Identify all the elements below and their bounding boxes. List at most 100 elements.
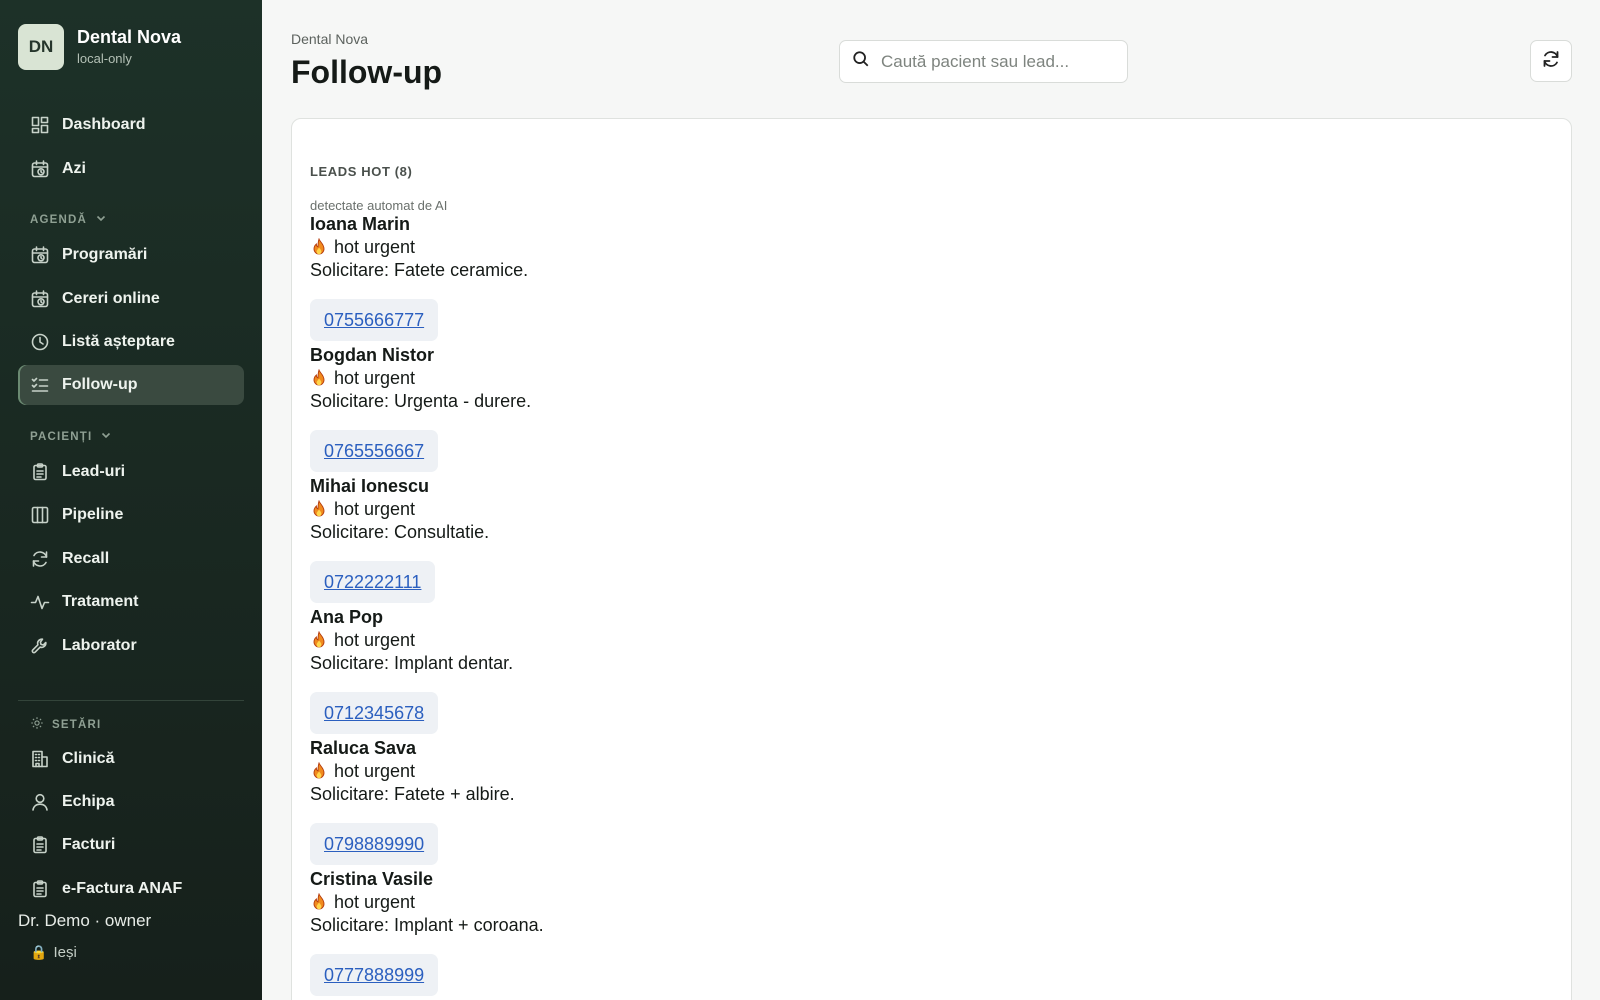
- sidebar-item-label: Follow-up: [62, 376, 138, 393]
- sidebar-item-recall[interactable]: Recall: [18, 539, 244, 579]
- sidebar-item-today[interactable]: Azi: [18, 149, 244, 189]
- sidebar-item-treatment[interactable]: Tratament: [18, 582, 244, 622]
- sidebar-item-label: Listă așteptare: [62, 333, 175, 350]
- logout-label: Ieși: [53, 944, 77, 961]
- sidebar-item-waitlist[interactable]: Listă așteptare: [18, 322, 244, 362]
- sidebar-item-team[interactable]: Echipa: [18, 782, 244, 822]
- lead-name: Bogdan Nistor: [310, 345, 434, 365]
- phone-link[interactable]: 0765556667: [310, 430, 439, 472]
- sidebar-item-leads[interactable]: Lead-uri: [18, 452, 244, 492]
- sidebar-item-label: Programări: [62, 246, 148, 263]
- sidebar-item-lab[interactable]: Laborator: [18, 626, 244, 666]
- columns-icon: [30, 505, 50, 525]
- lead-request: Solicitare: Fatete ceramice.: [310, 260, 529, 280]
- sidebar-item-einvoice[interactable]: e-Factura ANAF: [18, 869, 244, 909]
- fire-icon: [313, 630, 325, 647]
- activity-icon: [30, 592, 50, 612]
- user-info: Dr. Demo · owner: [18, 911, 152, 930]
- clipboard-icon: [30, 835, 50, 855]
- search-input[interactable]: [881, 51, 1111, 72]
- chevron-down-icon: [87, 212, 107, 227]
- section-patients-label: PACIENȚI: [30, 430, 93, 443]
- sidebar: DN Dental Nova local-only Dashboard Azi …: [0, 0, 262, 1000]
- chevron-down-icon: [92, 429, 112, 444]
- phone-link[interactable]: 0712345678: [310, 692, 439, 734]
- sidebar-item-invoices[interactable]: Facturi: [18, 825, 244, 865]
- sidebar-item-pipeline[interactable]: Pipeline: [18, 495, 244, 535]
- list-item: Raluca Sava hot urgent Solicitare: Fatet…: [310, 737, 544, 868]
- phone-link[interactable]: 0777888999: [310, 954, 439, 996]
- brand-logo: DN: [18, 24, 64, 70]
- user-icon: [30, 792, 50, 812]
- lead-request: Solicitare: Urgenta - durere.: [310, 391, 532, 411]
- search-box[interactable]: [839, 40, 1128, 83]
- list-item: Bogdan Nistor hot urgent Solicitare: Urg…: [310, 344, 544, 475]
- list-item: Mihai Ionescu hot urgent Solicitare: Con…: [310, 475, 544, 606]
- dashboard-icon: [30, 115, 50, 135]
- lead-tag: hot urgent: [310, 760, 544, 783]
- section-settings-label: SETĂRI: [52, 718, 102, 731]
- section-agenda-label: AGENDĂ: [30, 213, 88, 226]
- lead-list: Ioana Marin hot urgent Solicitare: Fatet…: [310, 213, 544, 999]
- lead-name: Ana Pop: [310, 607, 384, 627]
- sidebar-item-label: e-Factura ANAF: [62, 880, 183, 897]
- sidebar-item-label: Echipa: [62, 793, 115, 810]
- lead-request: Solicitare: Implant + coroana.: [310, 915, 544, 935]
- fire-icon: [313, 892, 325, 909]
- brand: DN Dental Nova local-only: [18, 24, 181, 70]
- sidebar-divider: [18, 700, 244, 701]
- section-settings: SETĂRI: [30, 716, 101, 733]
- list-item: Ioana Marin hot urgent Solicitare: Fatet…: [310, 213, 544, 344]
- refresh-icon: [30, 549, 50, 569]
- fire-icon: [313, 499, 325, 516]
- phone-link[interactable]: 0722222111: [310, 561, 436, 603]
- lead-tag-label: hot urgent: [334, 237, 416, 257]
- wrench-icon: [30, 636, 50, 656]
- list-item: Ana Pop hot urgent Solicitare: Implant d…: [310, 606, 544, 737]
- brand-name: Dental Nova: [77, 27, 182, 47]
- sidebar-item-label: Pipeline: [62, 506, 124, 523]
- calendar-clock-icon: [30, 245, 50, 265]
- card-title: LEADS HOT (8): [310, 164, 413, 179]
- refresh-icon: [1541, 49, 1561, 74]
- lead-tag-label: hot urgent: [334, 892, 416, 912]
- lead-tag: hot urgent: [310, 498, 544, 521]
- lead-name: Mihai Ionescu: [310, 476, 430, 496]
- brand-subtitle: local-only: [77, 51, 132, 66]
- search-icon: [852, 50, 881, 73]
- lead-tag: hot urgent: [310, 236, 544, 259]
- gear-icon: [30, 716, 52, 733]
- fire-icon: [313, 237, 325, 254]
- card-subtitle: detectate automat de AI: [310, 198, 448, 213]
- lead-request: Solicitare: Fatete + albire.: [310, 784, 515, 804]
- lead-tag-label: hot urgent: [334, 761, 416, 781]
- sidebar-item-label: Laborator: [62, 637, 137, 654]
- logout-button[interactable]: 🔒 Ieși: [30, 944, 77, 961]
- lead-tag-label: hot urgent: [334, 499, 416, 519]
- sidebar-item-clinic[interactable]: Clinică: [18, 739, 244, 779]
- lead-request: Solicitare: Consultatie.: [310, 522, 490, 542]
- lock-icon: 🔒: [30, 944, 48, 960]
- sidebar-item-dashboard[interactable]: Dashboard: [18, 105, 244, 145]
- sidebar-item-appointments[interactable]: Programări: [18, 235, 244, 275]
- sidebar-item-label: Recall: [62, 550, 110, 567]
- clock-icon: [30, 332, 50, 352]
- lead-name: Cristina Vasile: [310, 869, 434, 889]
- sidebar-item-label: Azi: [62, 160, 86, 177]
- refresh-button[interactable]: [1530, 40, 1572, 82]
- phone-link[interactable]: 0755666777: [310, 299, 439, 341]
- section-patients[interactable]: PACIENȚI: [30, 429, 112, 444]
- phone-link[interactable]: 0798889990: [310, 823, 439, 865]
- list-checks-icon: [30, 375, 50, 395]
- calendar-clock-icon: [30, 289, 50, 309]
- lead-request: Solicitare: Implant dentar.: [310, 653, 514, 673]
- sidebar-item-followup[interactable]: Follow-up: [18, 365, 244, 405]
- lead-tag-label: hot urgent: [334, 630, 416, 650]
- list-item: Cristina Vasile hot urgent Solicitare: I…: [310, 868, 544, 999]
- sidebar-item-label: Cereri online: [62, 290, 160, 307]
- fire-icon: [313, 368, 325, 385]
- section-agenda[interactable]: AGENDĂ: [30, 212, 107, 227]
- clipboard-icon: [30, 462, 50, 482]
- sidebar-item-online-requests[interactable]: Cereri online: [18, 279, 244, 319]
- sidebar-item-label: Lead-uri: [62, 463, 126, 480]
